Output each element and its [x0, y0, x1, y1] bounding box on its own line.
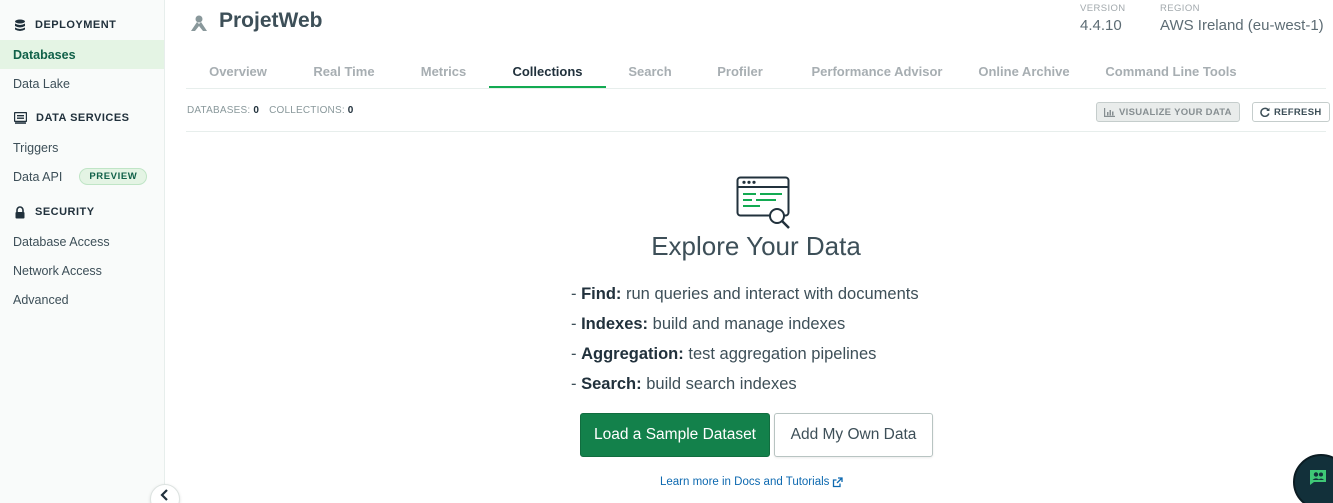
feature-name: Search: — [581, 375, 642, 393]
visualize-data-label: VISUALIZE YOUR DATA — [1119, 106, 1232, 118]
sidebar-collapse-button[interactable] — [150, 484, 180, 503]
version-label: VERSION — [1080, 3, 1126, 14]
explore-data-icon — [736, 176, 790, 229]
explore-title: Explore Your Data — [651, 231, 861, 261]
refresh-button[interactable]: REFRESH — [1252, 102, 1330, 122]
sidebar-section-deployment: DEPLOYMENT — [0, 15, 116, 35]
feature-desc: build search indexes — [646, 375, 797, 393]
sidebar-item-label: Triggers — [13, 140, 59, 155]
support-chat-button[interactable] — [1293, 454, 1333, 503]
feature-aggregation: - Aggregation: test aggregation pipeline… — [571, 345, 877, 363]
feature-find: - Find: run queries and interact with do… — [571, 285, 919, 303]
feature-search: - Search: build search indexes — [571, 375, 797, 393]
sidebar-item-label: Databases — [13, 47, 76, 62]
sidebar-item-label: Network Access — [13, 263, 102, 278]
add-my-own-data-button[interactable]: Add My Own Data — [774, 413, 933, 457]
sidebar-item-label: Database Access — [13, 234, 110, 249]
feature-name: Indexes: — [581, 315, 649, 333]
cluster-name: ProjetWeb — [219, 9, 323, 32]
feature-desc: test aggregation pipelines — [688, 345, 877, 363]
database-icon — [15, 19, 25, 31]
sidebar-item-network-access[interactable]: Network Access — [0, 256, 164, 285]
load-sample-dataset-button[interactable]: Load a Sample Dataset — [580, 413, 770, 457]
sidebar-item-label: Data API — [13, 169, 63, 184]
tab-collections[interactable]: Collections — [489, 56, 606, 88]
sidebar-item-triggers[interactable]: Triggers — [0, 133, 164, 162]
region-label: REGION — [1160, 3, 1200, 14]
chevron-left-icon — [160, 489, 168, 501]
visualize-data-button[interactable]: VISUALIZE YOUR DATA — [1096, 102, 1240, 122]
content-divider — [186, 131, 1326, 132]
sidebar-section-security: SECURITY — [0, 202, 95, 222]
sidebar-item-databases[interactable]: Databases — [0, 40, 164, 69]
tab-real-time[interactable]: Real Time — [290, 56, 398, 88]
tab-command-line-tools[interactable]: Command Line Tools — [1080, 56, 1262, 88]
chat-users-icon — [1310, 470, 1326, 485]
lock-icon — [15, 205, 25, 218]
sidebar-item-label: Data Lake — [13, 76, 70, 91]
tab-performance-advisor[interactable]: Performance Advisor — [786, 56, 968, 88]
databases-count: 0 — [253, 105, 260, 116]
collections-count: 0 — [347, 105, 354, 116]
refresh-label: REFRESH — [1274, 106, 1322, 118]
tab-metrics[interactable]: Metrics — [398, 56, 489, 88]
tab-overview[interactable]: Overview — [186, 56, 290, 88]
feature-desc: build and manage indexes — [652, 315, 846, 333]
sidebar-section-title: DATA SERVICES — [36, 112, 130, 124]
sidebar-item-advanced[interactable]: Advanced — [0, 285, 164, 314]
tab-online-archive[interactable]: Online Archive — [968, 56, 1080, 88]
feature-name: Find: — [581, 285, 622, 303]
feature-desc: run queries and interact with documents — [626, 285, 919, 303]
version-value: 4.4.10 — [1080, 17, 1122, 34]
databases-count-label: DATABASES: — [187, 105, 251, 116]
feature-indexes: - Indexes: build and manage indexes — [571, 315, 846, 333]
refresh-icon — [1260, 107, 1270, 117]
sidebar: DEPLOYMENT Databases Data Lake DATA SERV… — [0, 0, 165, 503]
sidebar-section-title: DEPLOYMENT — [35, 19, 117, 31]
tab-profiler[interactable]: Profiler — [694, 56, 786, 88]
stats-bar: DATABASES: 0 COLLECTIONS: 0 — [187, 105, 361, 116]
tab-bar: Overview Real Time Metrics Collections S… — [186, 56, 1326, 89]
sidebar-item-data-lake[interactable]: Data Lake — [0, 69, 164, 98]
external-link-icon — [833, 476, 844, 487]
bar-chart-icon — [1104, 107, 1115, 117]
learn-more-label: Learn more in Docs and Tutorials — [660, 476, 830, 488]
data-services-icon — [14, 112, 27, 124]
sidebar-item-data-api[interactable]: Data API PREVIEW — [0, 162, 164, 191]
tab-search[interactable]: Search — [606, 56, 694, 88]
feature-name: Aggregation: — [581, 345, 684, 363]
learn-more-link[interactable]: Learn more in Docs and Tutorials — [660, 476, 844, 488]
cluster-icon — [191, 15, 207, 31]
collections-count-label: COLLECTIONS: — [269, 105, 345, 116]
region-value: AWS Ireland (eu-west-1) — [1160, 17, 1324, 34]
sidebar-section-data-services: DATA SERVICES — [0, 108, 130, 128]
sidebar-item-label: Advanced — [13, 292, 69, 307]
preview-badge: PREVIEW — [79, 168, 148, 185]
sidebar-item-database-access[interactable]: Database Access — [0, 227, 164, 256]
sidebar-section-title: SECURITY — [35, 206, 95, 218]
